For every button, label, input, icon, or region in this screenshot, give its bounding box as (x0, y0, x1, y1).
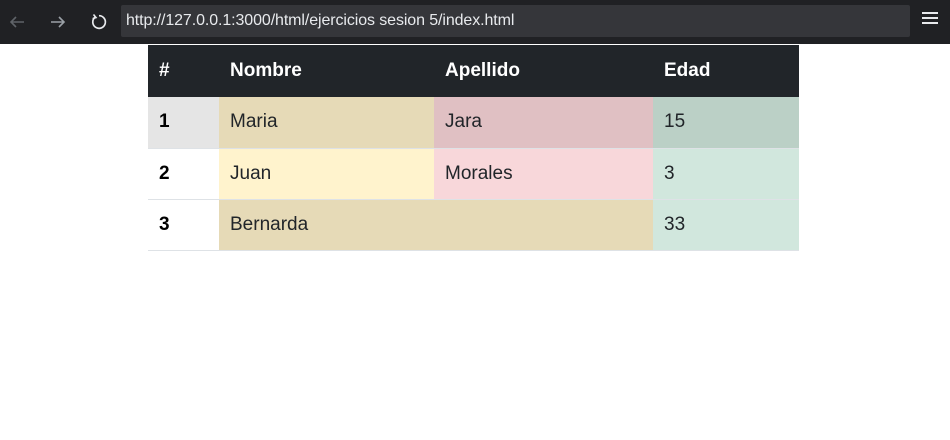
table-row: 2 Juan Morales 3 (148, 148, 799, 200)
apellido-cell: Morales (434, 148, 653, 200)
header-edad: Edad (653, 45, 799, 97)
arrow-left-icon (9, 16, 24, 28)
hamburger-menu-icon (922, 12, 938, 14)
edad-cell: 33 (653, 199, 799, 251)
menu-button[interactable] (922, 12, 938, 30)
edad-cell: 3 (653, 148, 799, 200)
hamburger-line (922, 17, 938, 19)
apellido-cell: Jara (434, 97, 653, 149)
people-table: # Nombre Apellido Edad 1 Maria Jara 15 2… (148, 45, 799, 251)
edad-cell: 15 (653, 97, 799, 149)
hamburger-line (922, 22, 938, 24)
nombre-cell: Maria (219, 97, 434, 149)
table-header-row: # Nombre Apellido Edad (148, 45, 799, 97)
header-nombre: Nombre (219, 45, 434, 97)
table-row: 3 Bernarda 33 (148, 199, 799, 251)
nombre-cell-merged: Bernarda (219, 199, 653, 251)
header-apellido: Apellido (434, 45, 653, 97)
address-bar[interactable]: http://127.0.0.1:3000/html/ejercicios se… (121, 5, 910, 37)
url-text: http://127.0.0.1:3000/html/ejercicios se… (126, 12, 515, 29)
arrow-right-icon (51, 16, 66, 28)
table-row: 1 Maria Jara 15 (148, 97, 799, 149)
browser-toolbar: http://127.0.0.1:3000/html/ejercicios se… (0, 0, 950, 44)
reload-icon (91, 13, 107, 30)
row-num-cell: 3 (148, 199, 219, 251)
back-button[interactable] (4, 8, 30, 36)
row-num-cell: 1 (148, 97, 219, 149)
header-num: # (148, 45, 219, 97)
forward-button[interactable] (45, 8, 71, 36)
reload-button[interactable] (86, 8, 112, 36)
nombre-cell: Juan (219, 148, 434, 200)
row-num-cell: 2 (148, 148, 219, 200)
